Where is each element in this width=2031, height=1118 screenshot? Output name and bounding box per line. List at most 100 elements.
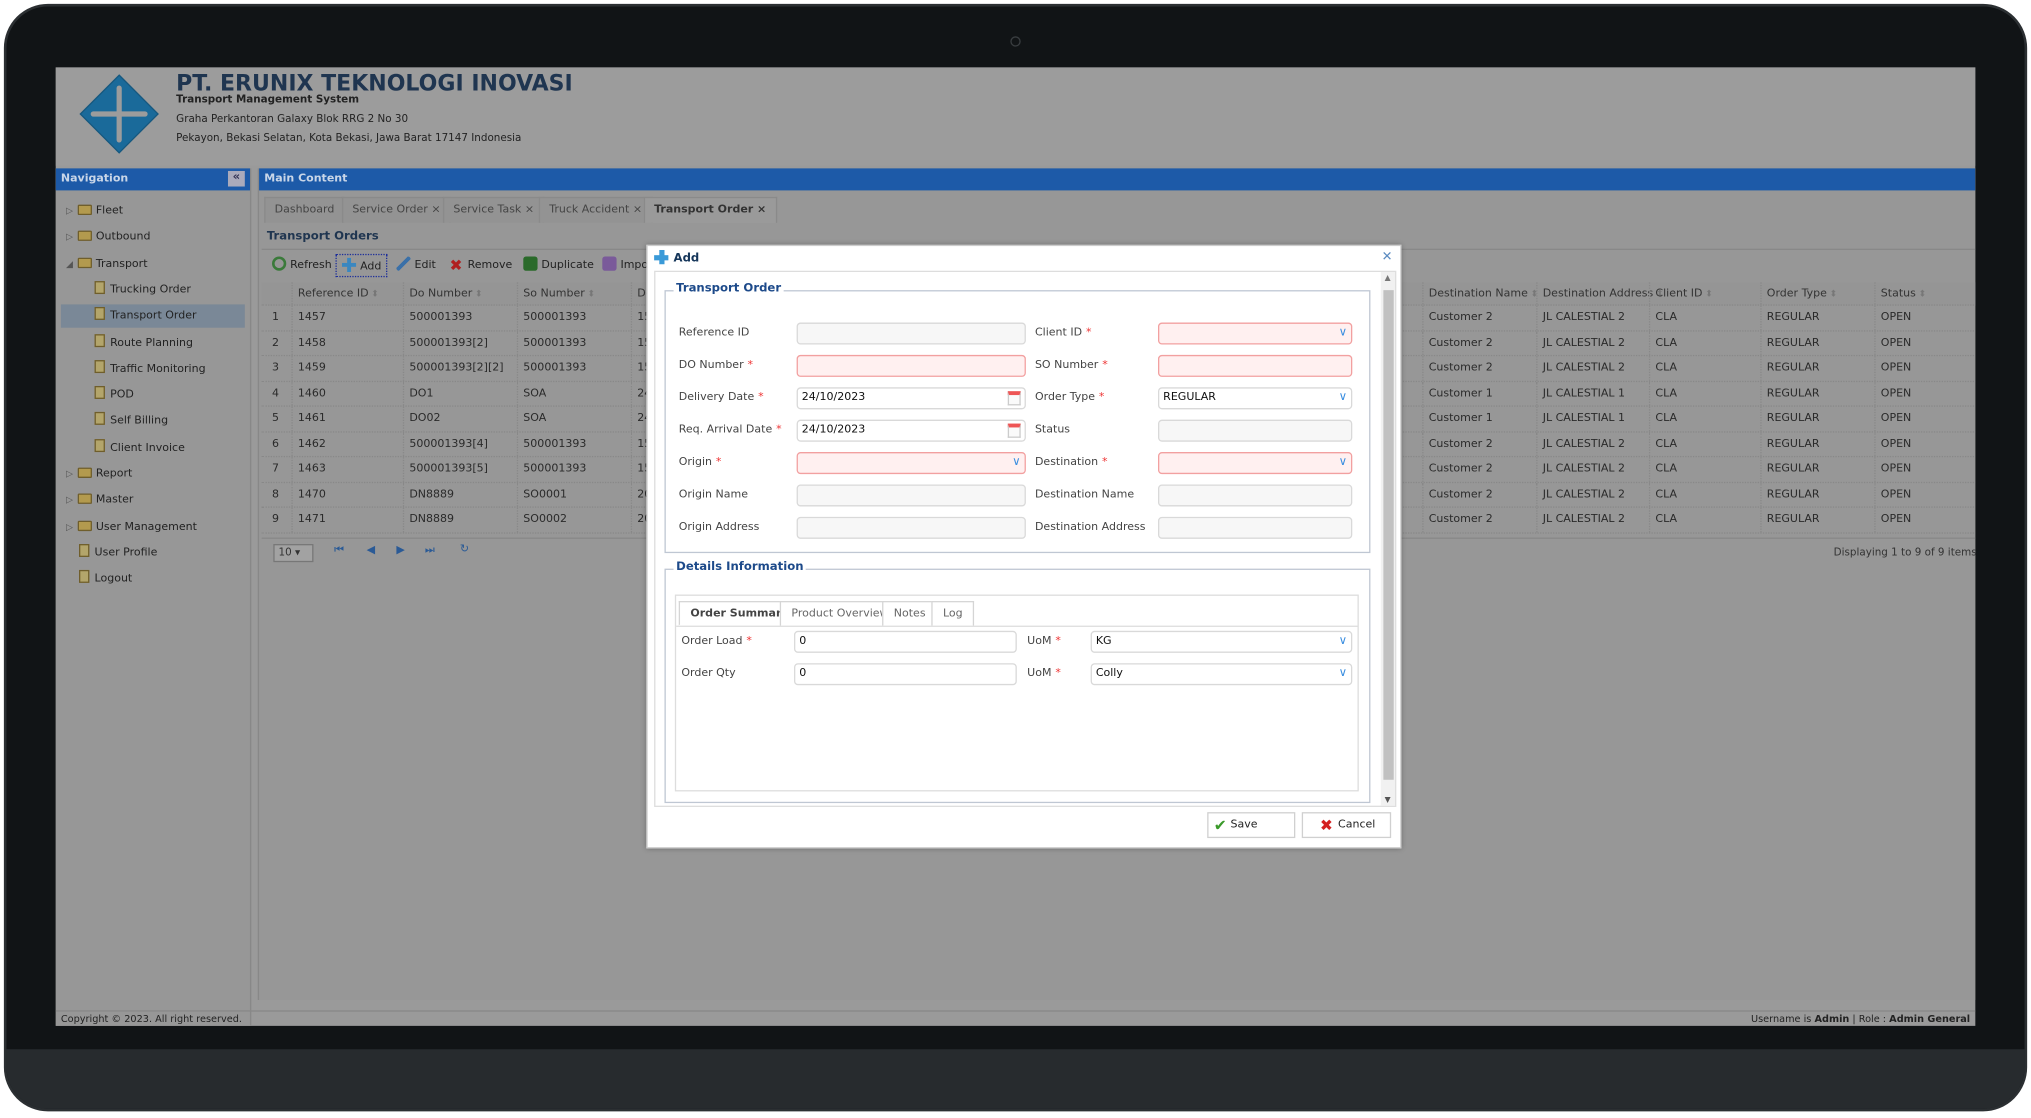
destination-select[interactable]: ∨: [1157, 452, 1353, 475]
refresh-button[interactable]: Refresh: [272, 254, 332, 277]
chevron-down-icon[interactable]: ∨: [1339, 664, 1348, 683]
tab-notes[interactable]: Notes: [882, 601, 938, 626]
last-page-icon[interactable]: ⏭: [425, 544, 435, 557]
column-header[interactable]: Client ID ⬍: [1648, 282, 1760, 305]
cell-client: CLA: [1648, 482, 1760, 507]
sidebar-item-self-billing[interactable]: Self Billing: [61, 410, 245, 433]
column-header[interactable]: Reference ID ⬍: [291, 282, 402, 305]
chevron-down-icon[interactable]: ∨: [1339, 389, 1348, 408]
sort-icon[interactable]: ⬍: [1918, 289, 1926, 299]
scroll-up-icon[interactable]: ▲: [1385, 273, 1391, 282]
sidebar-item-client-invoice[interactable]: Client Invoice: [61, 436, 245, 459]
tab-service-task[interactable]: Service Task ×: [442, 196, 545, 223]
cell-status: OPEN: [1874, 431, 1975, 456]
duplicate-button[interactable]: Duplicate: [523, 254, 594, 277]
so-number-label: SO Number *: [1035, 359, 1108, 372]
sidebar-item-pod[interactable]: POD: [61, 384, 245, 407]
scroll-thumb[interactable]: [1383, 290, 1394, 780]
expanded-arrow-icon[interactable]: ◢: [66, 252, 78, 275]
chevron-down-icon[interactable]: ∨: [1339, 453, 1348, 472]
so-number-input[interactable]: [1157, 354, 1353, 377]
uom1-select[interactable]: KG ∨: [1090, 630, 1353, 653]
req-arrival-date-input[interactable]: 24/10/2023: [796, 419, 1026, 442]
cancel-button[interactable]: ✖ Cancel: [1301, 812, 1392, 839]
sidebar-item-user-management[interactable]: ▷ User Management: [61, 515, 245, 538]
tab-service-order[interactable]: Service Order ×: [341, 196, 451, 223]
collapsed-arrow-icon[interactable]: ▷: [66, 462, 78, 485]
close-icon[interactable]: ✕: [1382, 250, 1393, 264]
cell-dest-name: Customer 2: [1422, 457, 1536, 482]
sidebar-item-transport[interactable]: ◢ Transport: [61, 252, 245, 275]
page-icon: [94, 412, 105, 426]
required-mark: *: [1055, 667, 1061, 681]
column-header[interactable]: Order Type ⬍: [1760, 282, 1874, 305]
sort-icon[interactable]: ⬍: [587, 289, 595, 299]
address-line1: Graha Perkantoran Galaxy Blok RRG 2 No 3…: [176, 112, 409, 125]
save-button[interactable]: ✔ Save: [1207, 812, 1296, 839]
close-tab-icon[interactable]: ×: [521, 203, 534, 216]
sidebar-item-trucking-order[interactable]: Trucking Order: [61, 278, 245, 301]
do-number-input[interactable]: [796, 354, 1026, 377]
column-header[interactable]: Destination Address ⬍: [1536, 282, 1663, 305]
field-value: 0: [799, 634, 807, 648]
first-page-icon[interactable]: ⏮: [334, 544, 344, 557]
sort-icon[interactable]: ⬍: [1829, 289, 1837, 299]
column-header[interactable]: Destination Name ⬍: [1422, 282, 1538, 305]
close-tab-icon[interactable]: ×: [428, 203, 440, 216]
tab-label: Service Order: [352, 203, 428, 217]
page-size-select[interactable]: 10 ▾: [273, 544, 314, 563]
cell-dest-name: Customer 1: [1422, 381, 1536, 406]
column-header[interactable]: Status ⬍: [1874, 282, 1975, 305]
column-header[interactable]: Do Number ⬍: [402, 282, 517, 305]
calendar-icon[interactable]: [1007, 391, 1021, 406]
sort-icon[interactable]: ⬍: [1705, 289, 1713, 299]
sidebar-item-fleet[interactable]: ▷ Fleet: [61, 199, 245, 222]
remove-button[interactable]: ✖ Remove: [449, 254, 512, 277]
client-id-select[interactable]: ∨: [1157, 322, 1353, 345]
sidebar-item-user-profile[interactable]: User Profile: [61, 541, 245, 564]
import-button[interactable]: Impo: [602, 254, 648, 277]
tab-transport-order[interactable]: Transport Order ×: [643, 196, 777, 223]
tab-truck-accident[interactable]: Truck Accident ×: [538, 196, 653, 223]
collapse-icon[interactable]: «: [227, 170, 245, 187]
calendar-icon[interactable]: [1007, 423, 1021, 438]
sidebar-item-report[interactable]: ▷ Report: [61, 462, 245, 485]
collapsed-arrow-icon[interactable]: ▷: [66, 226, 78, 249]
tab-log[interactable]: Log: [931, 601, 975, 626]
close-tab-icon[interactable]: ×: [753, 203, 766, 216]
add-button[interactable]: Add: [335, 253, 388, 278]
collapsed-arrow-icon[interactable]: ▷: [66, 489, 78, 512]
collapsed-arrow-icon[interactable]: ▷: [66, 199, 78, 222]
dialog-scrollbar[interactable]: ▲ ▼: [1380, 272, 1396, 806]
transport-order-legend: Transport Order: [673, 282, 784, 296]
copyright: Copyright © 2023. All right reserved.: [60, 1012, 242, 1025]
chevron-down-icon[interactable]: ∨: [1339, 324, 1348, 343]
sidebar-item-traffic-monitoring[interactable]: Traffic Monitoring: [61, 357, 245, 380]
sidebar-item-master[interactable]: ▷ Master: [61, 489, 245, 512]
chevron-down-icon[interactable]: ∨: [1012, 453, 1021, 472]
collapsed-arrow-icon[interactable]: ▷: [66, 515, 78, 538]
chevron-down-icon[interactable]: ∨: [1339, 632, 1348, 651]
sort-icon[interactable]: ⬍: [475, 289, 483, 299]
sort-icon[interactable]: ⬍: [371, 289, 379, 299]
reload-icon[interactable]: ↻: [460, 543, 469, 556]
close-tab-icon[interactable]: ×: [629, 203, 642, 216]
sidebar-item-route-planning[interactable]: Route Planning: [61, 331, 245, 354]
sidebar-item-logout[interactable]: Logout: [61, 568, 245, 591]
origin-select[interactable]: ∨: [796, 452, 1026, 475]
order-qty-input[interactable]: 0: [794, 663, 1017, 686]
sidebar-item-transport-order[interactable]: Transport Order: [60, 304, 245, 328]
sidebar-item-outbound[interactable]: ▷ Outbound: [61, 226, 245, 249]
edit-button[interactable]: Edit: [396, 254, 436, 277]
next-page-icon[interactable]: ▶: [396, 544, 404, 557]
order-load-input[interactable]: 0: [794, 630, 1017, 653]
tab-dashboard[interactable]: Dashboard: [264, 196, 345, 223]
uom2-select[interactable]: Colly ∨: [1090, 663, 1353, 686]
delivery-date-input[interactable]: 24/10/2023: [796, 387, 1026, 410]
column-header-label: Reference ID: [297, 287, 369, 301]
prev-page-icon[interactable]: ◀: [367, 544, 375, 557]
order-type-select[interactable]: REGULAR ∨: [1157, 387, 1353, 410]
page-icon: [79, 570, 90, 584]
column-header[interactable]: So Number ⬍: [516, 282, 631, 305]
scroll-down-icon[interactable]: ▼: [1385, 795, 1391, 804]
